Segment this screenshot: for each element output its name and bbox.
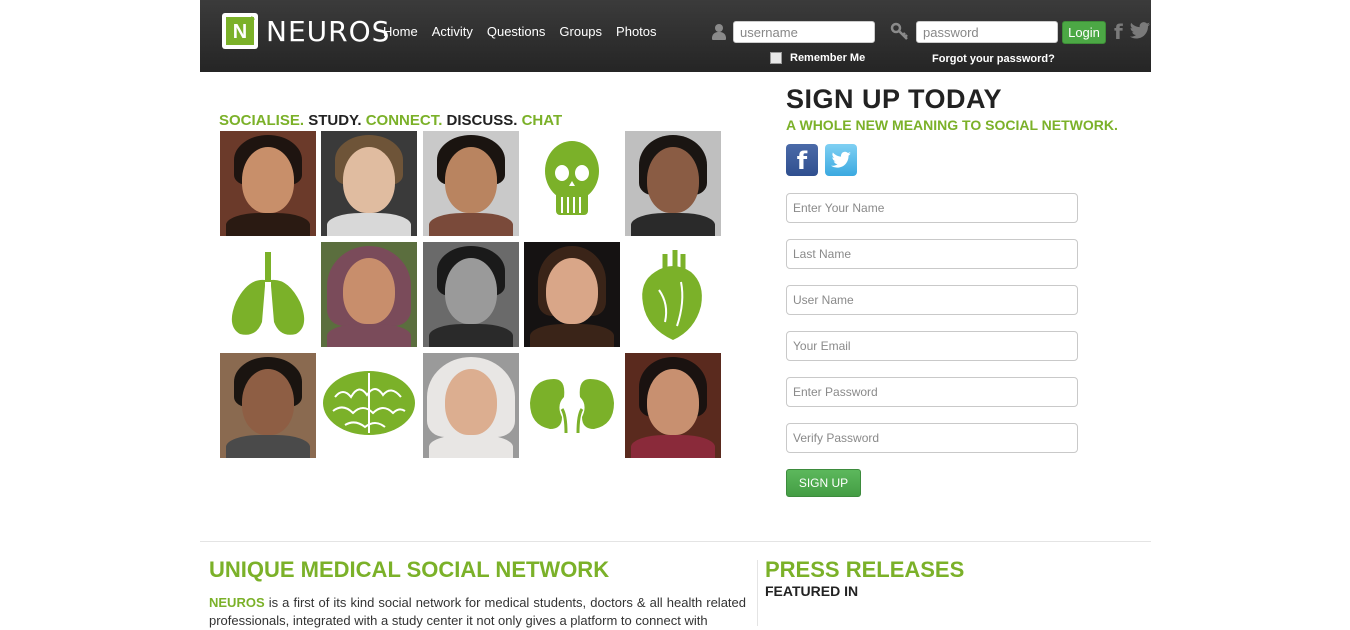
brain-icon bbox=[321, 353, 417, 458]
signup-button[interactable]: SIGN UP bbox=[786, 469, 861, 497]
nav-photos[interactable]: Photos bbox=[616, 24, 656, 39]
tagline: SOCIALISE. STUDY. CONNECT. DISCUSS. CHAT bbox=[219, 112, 563, 129]
member-photo[interactable] bbox=[321, 131, 417, 236]
member-grid bbox=[220, 131, 721, 458]
featured-heading: FEATURED IN bbox=[765, 583, 859, 599]
nav-activity[interactable]: Activity bbox=[432, 24, 473, 39]
logo-text: NEUROS bbox=[266, 15, 391, 48]
twitter-icon[interactable] bbox=[1129, 21, 1151, 41]
main-nav: Home Activity Questions Groups Photos bbox=[383, 24, 671, 39]
login-button[interactable]: Login bbox=[1062, 21, 1106, 44]
last-name-field[interactable] bbox=[786, 239, 1078, 269]
member-photo[interactable] bbox=[321, 242, 417, 347]
skull-icon bbox=[524, 131, 620, 236]
member-photo[interactable] bbox=[625, 131, 721, 236]
member-photo[interactable] bbox=[524, 242, 620, 347]
member-photo[interactable] bbox=[220, 353, 316, 458]
logo[interactable]: N + NEUROS bbox=[222, 13, 389, 53]
logo-mark: N + bbox=[222, 13, 258, 49]
member-photo[interactable] bbox=[423, 353, 519, 458]
section-divider bbox=[200, 541, 1151, 542]
unique-paragraph: NEUROS is a first of its kind social net… bbox=[209, 595, 746, 628]
verify-password-field[interactable] bbox=[786, 423, 1078, 453]
signup-subtitle: A WHOLE NEW MEANING TO SOCIAL NETWORK. bbox=[786, 117, 1118, 133]
column-divider bbox=[757, 560, 758, 626]
press-heading: PRESS RELEASES bbox=[765, 557, 965, 582]
remember-checkbox[interactable] bbox=[770, 52, 782, 64]
unique-heading: UNIQUE MEDICAL SOCIAL NETWORK bbox=[209, 557, 610, 582]
header-inner: N + NEUROS Home Activity Questions Group… bbox=[200, 0, 1151, 72]
forgot-password-link[interactable]: Forgot your password? bbox=[932, 53, 1055, 65]
remember-me[interactable]: Remember Me bbox=[770, 52, 865, 64]
facebook-icon[interactable]: f bbox=[1114, 20, 1123, 44]
heart-icon bbox=[625, 242, 721, 347]
nav-groups[interactable]: Groups bbox=[559, 24, 602, 39]
facebook-signup-icon[interactable]: f bbox=[786, 144, 818, 176]
first-name-field[interactable] bbox=[786, 193, 1078, 223]
password-field[interactable] bbox=[786, 377, 1078, 407]
password-input[interactable] bbox=[916, 21, 1058, 43]
member-photo[interactable] bbox=[423, 131, 519, 236]
signup-title: SIGN UP TODAY bbox=[786, 84, 1003, 114]
username-field[interactable] bbox=[786, 285, 1078, 315]
username-input[interactable] bbox=[733, 21, 875, 43]
key-icon bbox=[890, 22, 910, 47]
lungs-icon bbox=[220, 242, 316, 347]
twitter-signup-icon[interactable] bbox=[825, 144, 857, 176]
brand-name: NEUROS bbox=[209, 595, 265, 610]
email-field[interactable] bbox=[786, 331, 1078, 361]
user-icon bbox=[712, 24, 726, 40]
member-photo[interactable] bbox=[423, 242, 519, 347]
member-photo[interactable] bbox=[220, 131, 316, 236]
remember-label: Remember Me bbox=[790, 52, 866, 64]
kidneys-icon bbox=[524, 353, 620, 458]
nav-home[interactable]: Home bbox=[383, 24, 418, 39]
header-bar: N + NEUROS Home Activity Questions Group… bbox=[0, 0, 1350, 72]
member-photo[interactable] bbox=[625, 353, 721, 458]
nav-questions[interactable]: Questions bbox=[487, 24, 546, 39]
